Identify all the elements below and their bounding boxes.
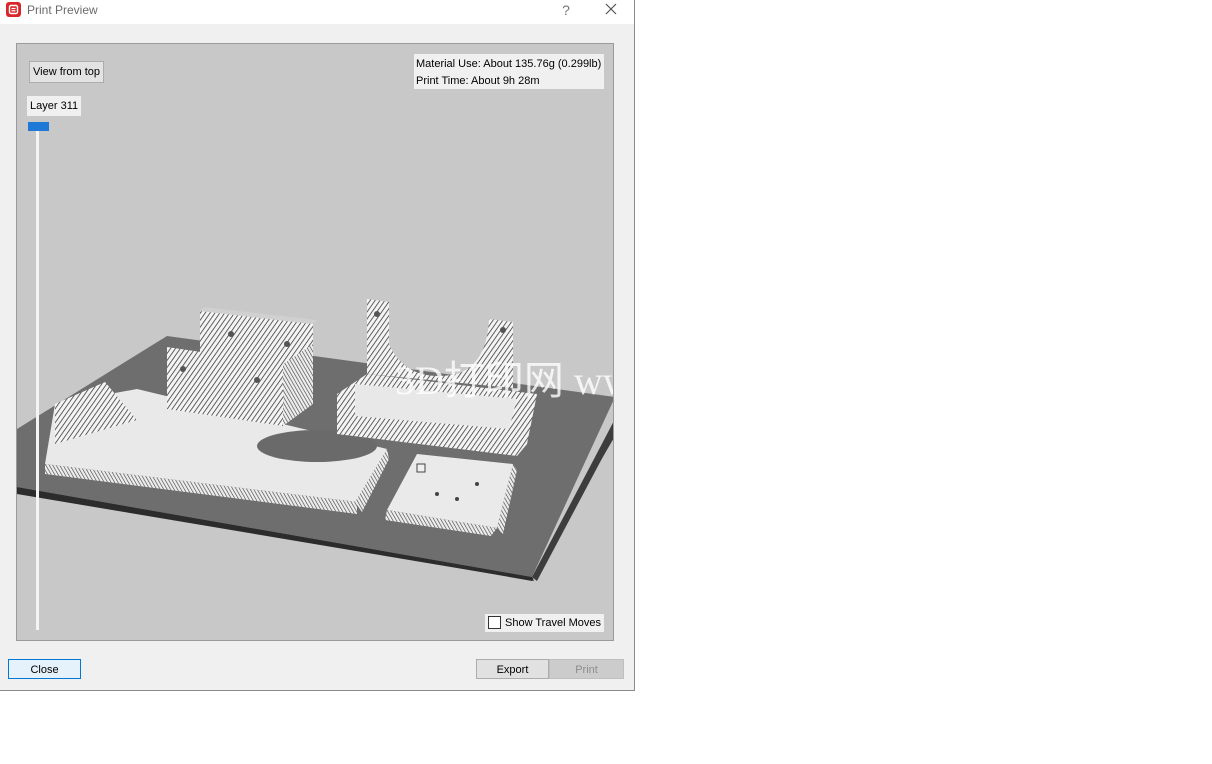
title-bar[interactable]: Print Preview ? (0, 0, 634, 24)
layer-slider-handle[interactable] (28, 122, 49, 131)
app-logo-icon (6, 2, 21, 17)
preview-viewport[interactable]: 3D打印网 www.3 View from top Material Use: … (16, 43, 614, 641)
watermark: 3D打印网 www.3 (395, 358, 613, 403)
close-button[interactable]: Close (8, 659, 81, 679)
export-button[interactable]: Export (476, 659, 549, 679)
print-time-text: Print Time: About 9h 28m (416, 75, 540, 87)
model-preview-scene: 3D打印网 www.3 (17, 299, 613, 581)
layer-label: Layer 311 (27, 96, 82, 116)
layer-slider-track[interactable] (36, 130, 39, 630)
help-button[interactable]: ? (557, 0, 575, 22)
print-preview-dialog: Print Preview ? 3D打印网 w View from top Ma… (0, 0, 635, 691)
material-use-text: Material Use: About 135.76g (0.299lb) (416, 58, 602, 70)
show-travel-moves-label: Show Travel Moves (505, 617, 601, 629)
close-icon[interactable] (600, 0, 622, 22)
show-travel-moves-checkbox[interactable] (488, 616, 501, 629)
print-stats-panel: Material Use: About 135.76g (0.299lb) Pr… (414, 54, 604, 89)
window-title: Print Preview (27, 3, 98, 17)
view-from-top-button[interactable]: View from top (29, 61, 105, 83)
print-button[interactable]: Print (549, 659, 624, 679)
show-travel-moves-control[interactable]: Show Travel Moves (485, 614, 604, 632)
